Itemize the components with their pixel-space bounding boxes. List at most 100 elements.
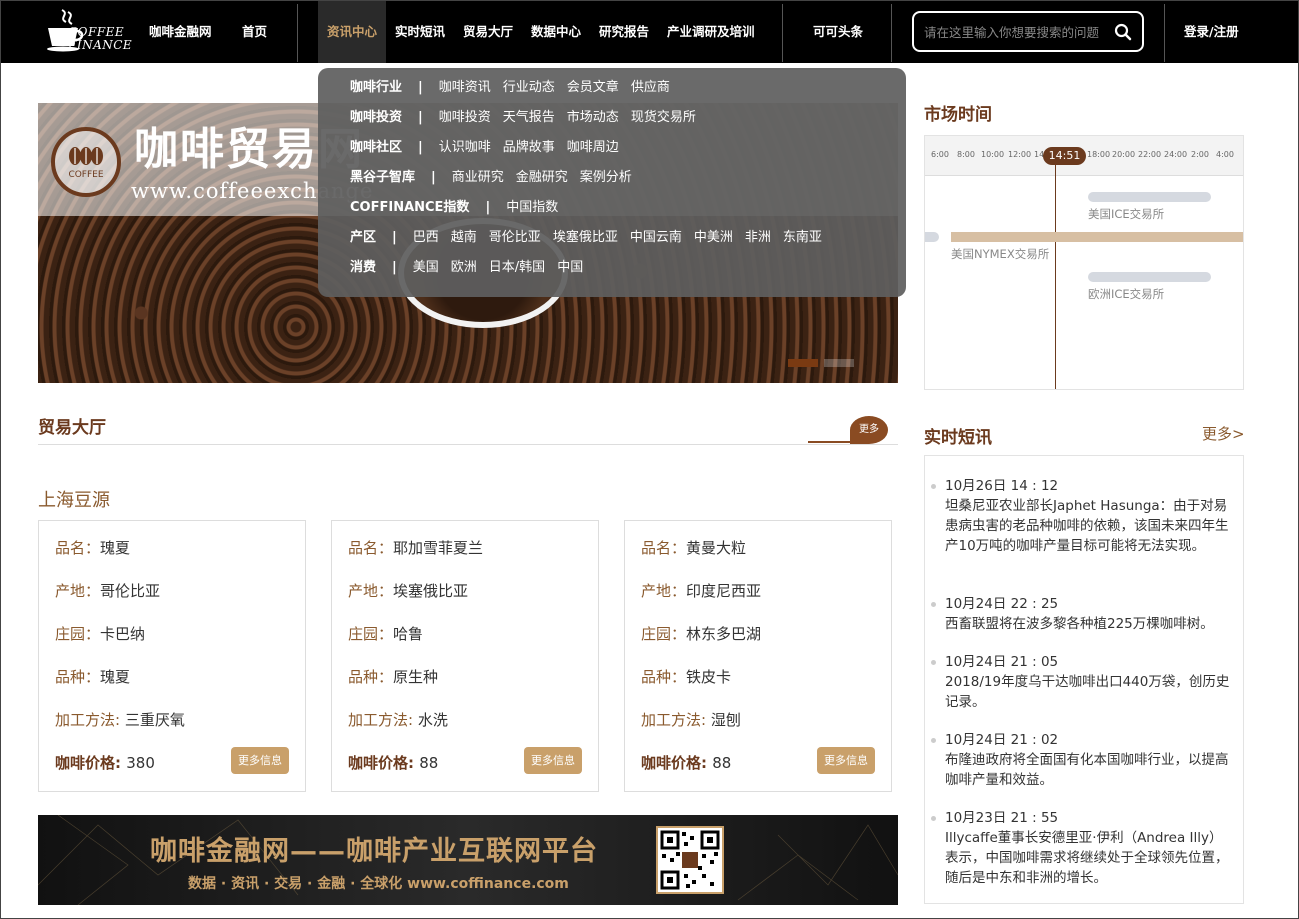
dropdown-link[interactable]: 会员文章 xyxy=(567,78,619,98)
nav-data-center[interactable]: 数据中心 xyxy=(531,0,581,63)
dropdown-link[interactable]: 东南亚 xyxy=(783,228,822,248)
dropdown-separator: | xyxy=(392,230,397,245)
carousel-dot[interactable] xyxy=(824,359,854,367)
dropdown-link[interactable]: 咖啡投资 xyxy=(439,108,491,128)
dropdown-separator: | xyxy=(418,80,423,95)
product-estate-label: 庄园： xyxy=(348,625,394,643)
time-tick-label: 18:00 xyxy=(1087,150,1111,159)
product-estate-row: 庄园：卡巴纳 xyxy=(55,623,145,644)
product-price-row: 咖啡价格: 88 xyxy=(641,752,731,773)
nav-site-name[interactable]: 咖啡金融网 xyxy=(149,0,212,63)
news-item[interactable]: 10月24日 21 : 05 2018/19年度乌干达咖啡出口440万袋，创历史记… xyxy=(931,652,1230,712)
dropdown-link[interactable]: 行业动态 xyxy=(503,78,555,98)
dropdown-link[interactable]: 咖啡周边 xyxy=(567,138,619,158)
product-origin-label: 产地： xyxy=(641,582,687,600)
more-info-button[interactable]: 更多信息 xyxy=(817,747,875,774)
exchange-label: 欧洲ICE交易所 xyxy=(1088,287,1165,301)
dropdown-link[interactable]: 供应商 xyxy=(631,78,670,98)
dropdown-link[interactable]: 金融研究 xyxy=(516,168,568,188)
dropdown-category[interactable]: 咖啡社区 xyxy=(350,138,402,158)
product-card[interactable]: 品名：耶加雪菲夏兰 产地：埃塞俄比亚 庄园：哈鲁 品种：原生种 加工方法: 水洗 咖啡价格… xyxy=(331,520,599,792)
product-origin-value: 印度尼西亚 xyxy=(686,582,762,600)
dropdown-link[interactable]: 商业研究 xyxy=(452,168,504,188)
dropdown-category[interactable]: 咖啡行业 xyxy=(350,78,402,98)
time-tick-label: 20:00 xyxy=(1112,150,1136,159)
dropdown-link[interactable]: 天气报告 xyxy=(503,108,555,128)
dropdown-link[interactable]: 中美洲 xyxy=(694,228,733,248)
product-estate-row: 庄园：哈鲁 xyxy=(348,623,423,644)
news-item[interactable]: 10月24日 21 : 02 布隆迪政府将全面国有化本国咖啡行业，以提高咖啡产量和… xyxy=(931,730,1230,790)
product-variety-label: 品种： xyxy=(348,668,394,686)
product-process-label: 加工方法: xyxy=(348,711,418,729)
dropdown-separator: | xyxy=(485,200,491,215)
login-link[interactable]: 登录/注册 xyxy=(1184,0,1239,63)
nav-trade-hall[interactable]: 贸易大厅 xyxy=(463,0,513,63)
news-time-text: 10月24日 21 : 05 xyxy=(945,654,1059,670)
dropdown-row: 消费 | 美国 欧洲 日本/韩国 中国 xyxy=(318,258,906,288)
news-time-text: 10月24日 22 : 25 xyxy=(945,596,1059,612)
more-info-button[interactable]: 更多信息 xyxy=(231,747,289,774)
dropdown-link[interactable]: 巴西 xyxy=(413,228,439,248)
dropdown-link[interactable]: 埃塞俄比亚 xyxy=(553,228,618,248)
product-origin-row: 产地：印度尼西亚 xyxy=(641,580,761,601)
news-item[interactable]: 10月24日 22 : 25 西畜联盟将在波多黎各种植225万棵咖啡树。 xyxy=(931,594,1230,634)
product-name-label: 品名： xyxy=(55,539,101,557)
nav-research[interactable]: 研究报告 xyxy=(599,0,649,63)
dropdown-category[interactable]: COFFINANCE指数 xyxy=(350,198,469,218)
news-text: 坦桑尼亚农业部长Japhet Hasunga：由于对易患病虫害的老品种咖啡的依赖… xyxy=(945,498,1229,554)
dropdown-link[interactable]: 咖啡资讯 xyxy=(439,78,491,98)
time-tick-label: 8:00 xyxy=(957,150,975,159)
dropdown-link[interactable]: 品牌故事 xyxy=(503,138,555,158)
carousel-dot-active[interactable] xyxy=(788,359,818,367)
platform-banner[interactable]: 咖啡金融网——咖啡产业互联网平台 数据 · 资讯 · 交易 · 金融 · 全球化… xyxy=(38,815,898,905)
dropdown-row: 咖啡社区 | 认识咖啡 品牌故事 咖啡周边 xyxy=(318,138,906,168)
dropdown-category[interactable]: 产区 xyxy=(350,228,376,248)
nav-home[interactable]: 首页 xyxy=(242,0,267,63)
dropdown-link[interactable]: 哥伦比亚 xyxy=(489,228,541,248)
product-price-label: 咖啡价格: xyxy=(348,754,420,772)
dropdown-link[interactable]: 非洲 xyxy=(745,228,771,248)
news-time: 10月24日 21 : 02 xyxy=(931,730,1230,750)
bullet-dot-icon xyxy=(931,816,936,821)
product-card[interactable]: 品名：黄曼大粒 产地：印度尼西亚 庄园：林东多巴湖 品种：铁皮卡 加工方法: 湿刨 咖啡价… xyxy=(624,520,892,792)
dropdown-category[interactable]: 消费 xyxy=(350,258,376,278)
dropdown-link[interactable]: 中国 xyxy=(557,258,583,278)
product-process-row: 加工方法: 湿刨 xyxy=(641,709,741,730)
dropdown-link[interactable]: 越南 xyxy=(451,228,477,248)
product-process-label: 加工方法: xyxy=(55,711,125,729)
news-item[interactable]: 10月23日 21 : 55 Illycaffe董事长安德里亚·伊利（Andrea… xyxy=(931,808,1230,888)
news-time-text: 10月26日 14 : 12 xyxy=(945,478,1059,494)
trade-hall-title: 贸易大厅 xyxy=(38,418,106,438)
dropdown-link[interactable]: 现货交易所 xyxy=(631,108,696,128)
time-tick-label: 24:00 xyxy=(1164,150,1188,159)
product-card[interactable]: 品名：瑰夏 产地：哥伦比亚 庄园：卡巴纳 品种：瑰夏 加工方法: 三重厌氧 咖啡价格: 3… xyxy=(38,520,306,792)
dropdown-link[interactable]: 美国 xyxy=(413,258,439,278)
search-icon[interactable] xyxy=(1114,23,1132,41)
dropdown-category[interactable]: 咖啡投资 xyxy=(350,108,402,128)
trade-more-button[interactable]: 更多 xyxy=(850,416,888,444)
dropdown-link[interactable]: 市场动态 xyxy=(567,108,619,128)
dropdown-category[interactable]: 黑谷子智库 xyxy=(350,168,415,188)
dropdown-link[interactable]: 欧洲 xyxy=(451,258,477,278)
more-info-button[interactable]: 更多信息 xyxy=(524,747,582,774)
dropdown-link[interactable]: 中国指数 xyxy=(506,198,558,218)
top-nav: COFFEE FINANCE 咖啡金融网 首页 资讯中心 实时短讯 贸易大厅 数… xyxy=(0,0,1299,63)
dropdown-link[interactable]: 中国云南 xyxy=(630,228,682,248)
nav-industry[interactable]: 产业调研及培训 xyxy=(667,0,755,63)
news-time: 10月24日 22 : 25 xyxy=(931,594,1230,614)
time-tick-label: 2:00 xyxy=(1191,150,1209,159)
nav-keke[interactable]: 可可头条 xyxy=(813,0,863,63)
exchange-session-bar xyxy=(1088,192,1211,202)
dropdown-link[interactable]: 认识咖啡 xyxy=(439,138,491,158)
news-more-link[interactable]: 更多> xyxy=(1202,423,1245,444)
product-estate-value: 哈鲁 xyxy=(393,625,424,643)
site-logo[interactable]: COFFEE FINANCE xyxy=(40,8,140,56)
dropdown-link[interactable]: 日本/韩国 xyxy=(489,258,545,278)
dropdown-link[interactable]: 案例分析 xyxy=(580,168,632,188)
banner-logo: COFFEE xyxy=(51,127,121,197)
nav-news-center[interactable]: 资讯中心 xyxy=(318,0,387,63)
news-item[interactable]: 10月26日 14 : 12 坦桑尼亚农业部长Japhet Hasunga：由于对… xyxy=(931,476,1230,556)
search-input[interactable] xyxy=(924,22,1104,42)
nav-flash[interactable]: 实时短讯 xyxy=(395,0,445,63)
product-origin-row: 产地：埃塞俄比亚 xyxy=(348,580,468,601)
